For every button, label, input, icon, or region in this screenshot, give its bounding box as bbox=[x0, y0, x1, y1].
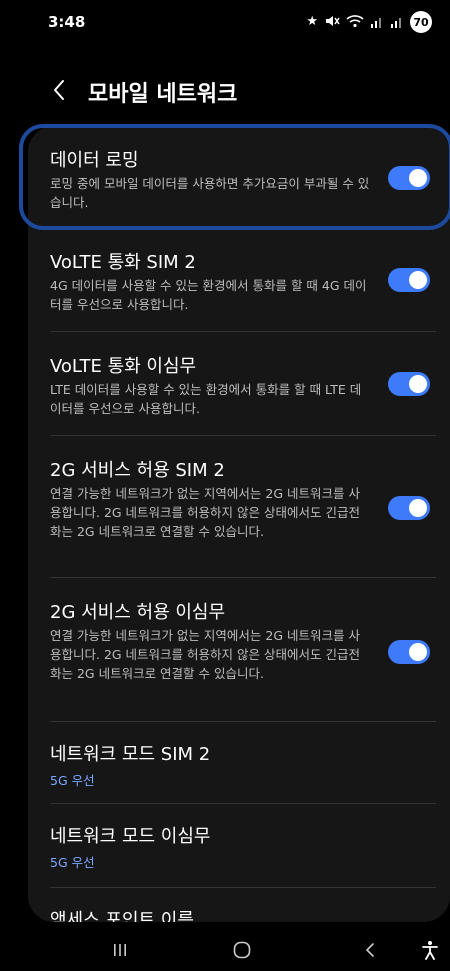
setting-title: VoLTE 통화 이심무 bbox=[50, 356, 197, 377]
status-icons: ★ 70 bbox=[306, 11, 432, 33]
setting-2g-esim[interactable]: 2G 서비스 허용 이심무 연결 가능한 네트워크가 없는 지역에서는 2G 네… bbox=[28, 578, 450, 720]
home-icon bbox=[233, 941, 251, 959]
setting-title: VoLTE 통화 SIM 2 bbox=[50, 252, 196, 273]
back-button[interactable] bbox=[44, 75, 74, 105]
nav-back-button[interactable] bbox=[350, 932, 390, 968]
mute-icon bbox=[324, 13, 340, 32]
battery-indicator: 70 bbox=[410, 11, 432, 33]
setting-description: 4G 데이터를 사용할 수 있는 환경에서 통화를 할 때 4G 데이터를 우선… bbox=[50, 278, 367, 312]
setting-description: 연결 가능한 네트워크가 없는 지역에서는 2G 네트워크를 사용합니다. 2G… bbox=[50, 628, 360, 681]
navigation-bar bbox=[0, 928, 450, 971]
chevron-left-icon bbox=[54, 80, 64, 100]
status-time: 3:48 bbox=[48, 13, 86, 31]
setting-value: 5G 우선 bbox=[50, 855, 95, 870]
2g-sim2-toggle[interactable] bbox=[388, 496, 430, 520]
star-icon: ★ bbox=[306, 14, 318, 29]
back-icon bbox=[365, 943, 374, 957]
toggle-knob bbox=[409, 643, 427, 661]
settings-list: 데이터 로밍 로밍 중에 모바일 데이터를 사용하면 추가요금이 부과될 수 있… bbox=[28, 126, 450, 922]
highlight-ring bbox=[19, 124, 450, 230]
toggle-knob bbox=[409, 271, 427, 289]
setting-volte-sim2[interactable]: VoLTE 통화 SIM 2 4G 데이터를 사용할 수 있는 환경에서 통화를… bbox=[28, 228, 450, 330]
2g-esim-toggle[interactable] bbox=[388, 640, 430, 664]
signal-icon bbox=[390, 13, 404, 32]
signal-icon bbox=[370, 13, 384, 32]
toggle-knob bbox=[409, 499, 427, 517]
volte-sim2-toggle[interactable] bbox=[388, 268, 430, 292]
setting-2g-sim2[interactable]: 2G 서비스 허용 SIM 2 연결 가능한 네트워크가 없는 지역에서는 2G… bbox=[28, 436, 450, 576]
status-bar: 3:48 ★ 70 bbox=[0, 0, 450, 48]
accessibility-button[interactable] bbox=[414, 932, 446, 968]
setting-value: 5G 우선 bbox=[50, 773, 95, 788]
setting-description: 연결 가능한 네트워크가 없는 지역에서는 2G 네트워크를 사용합니다. 2G… bbox=[50, 486, 360, 539]
page-title: 모바일 네트워크 bbox=[88, 82, 238, 107]
setting-title: 네트워크 모드 SIM 2 bbox=[50, 744, 211, 765]
volte-esim-toggle[interactable] bbox=[388, 372, 430, 396]
recents-button[interactable] bbox=[100, 932, 140, 968]
setting-network-mode-esim[interactable]: 네트워크 모드 이심무 5G 우선 bbox=[28, 804, 450, 886]
header: 모바일 네트워크 bbox=[0, 60, 450, 120]
home-button[interactable] bbox=[222, 932, 262, 968]
setting-description: LTE 데이터를 사용할 수 있는 환경에서 통화를 할 때 LTE 데이터를 … bbox=[50, 382, 362, 416]
accessibility-icon bbox=[422, 941, 438, 960]
setting-title: 2G 서비스 허용 이심무 bbox=[50, 602, 226, 623]
setting-title: 액세스 포인트 이름 bbox=[50, 910, 194, 922]
setting-title: 2G 서비스 허용 SIM 2 bbox=[50, 460, 225, 481]
setting-network-mode-sim2[interactable]: 네트워크 모드 SIM 2 5G 우선 bbox=[28, 722, 450, 802]
setting-volte-esim[interactable]: VoLTE 통화 이심무 LTE 데이터를 사용할 수 있는 환경에서 통화를 … bbox=[28, 332, 450, 434]
setting-access-point-names[interactable]: 액세스 포인트 이름 bbox=[28, 888, 450, 922]
setting-title: 네트워크 모드 이심무 bbox=[50, 826, 211, 847]
toggle-knob bbox=[409, 375, 427, 393]
wifi-icon bbox=[346, 13, 364, 32]
recents-icon bbox=[114, 944, 126, 956]
